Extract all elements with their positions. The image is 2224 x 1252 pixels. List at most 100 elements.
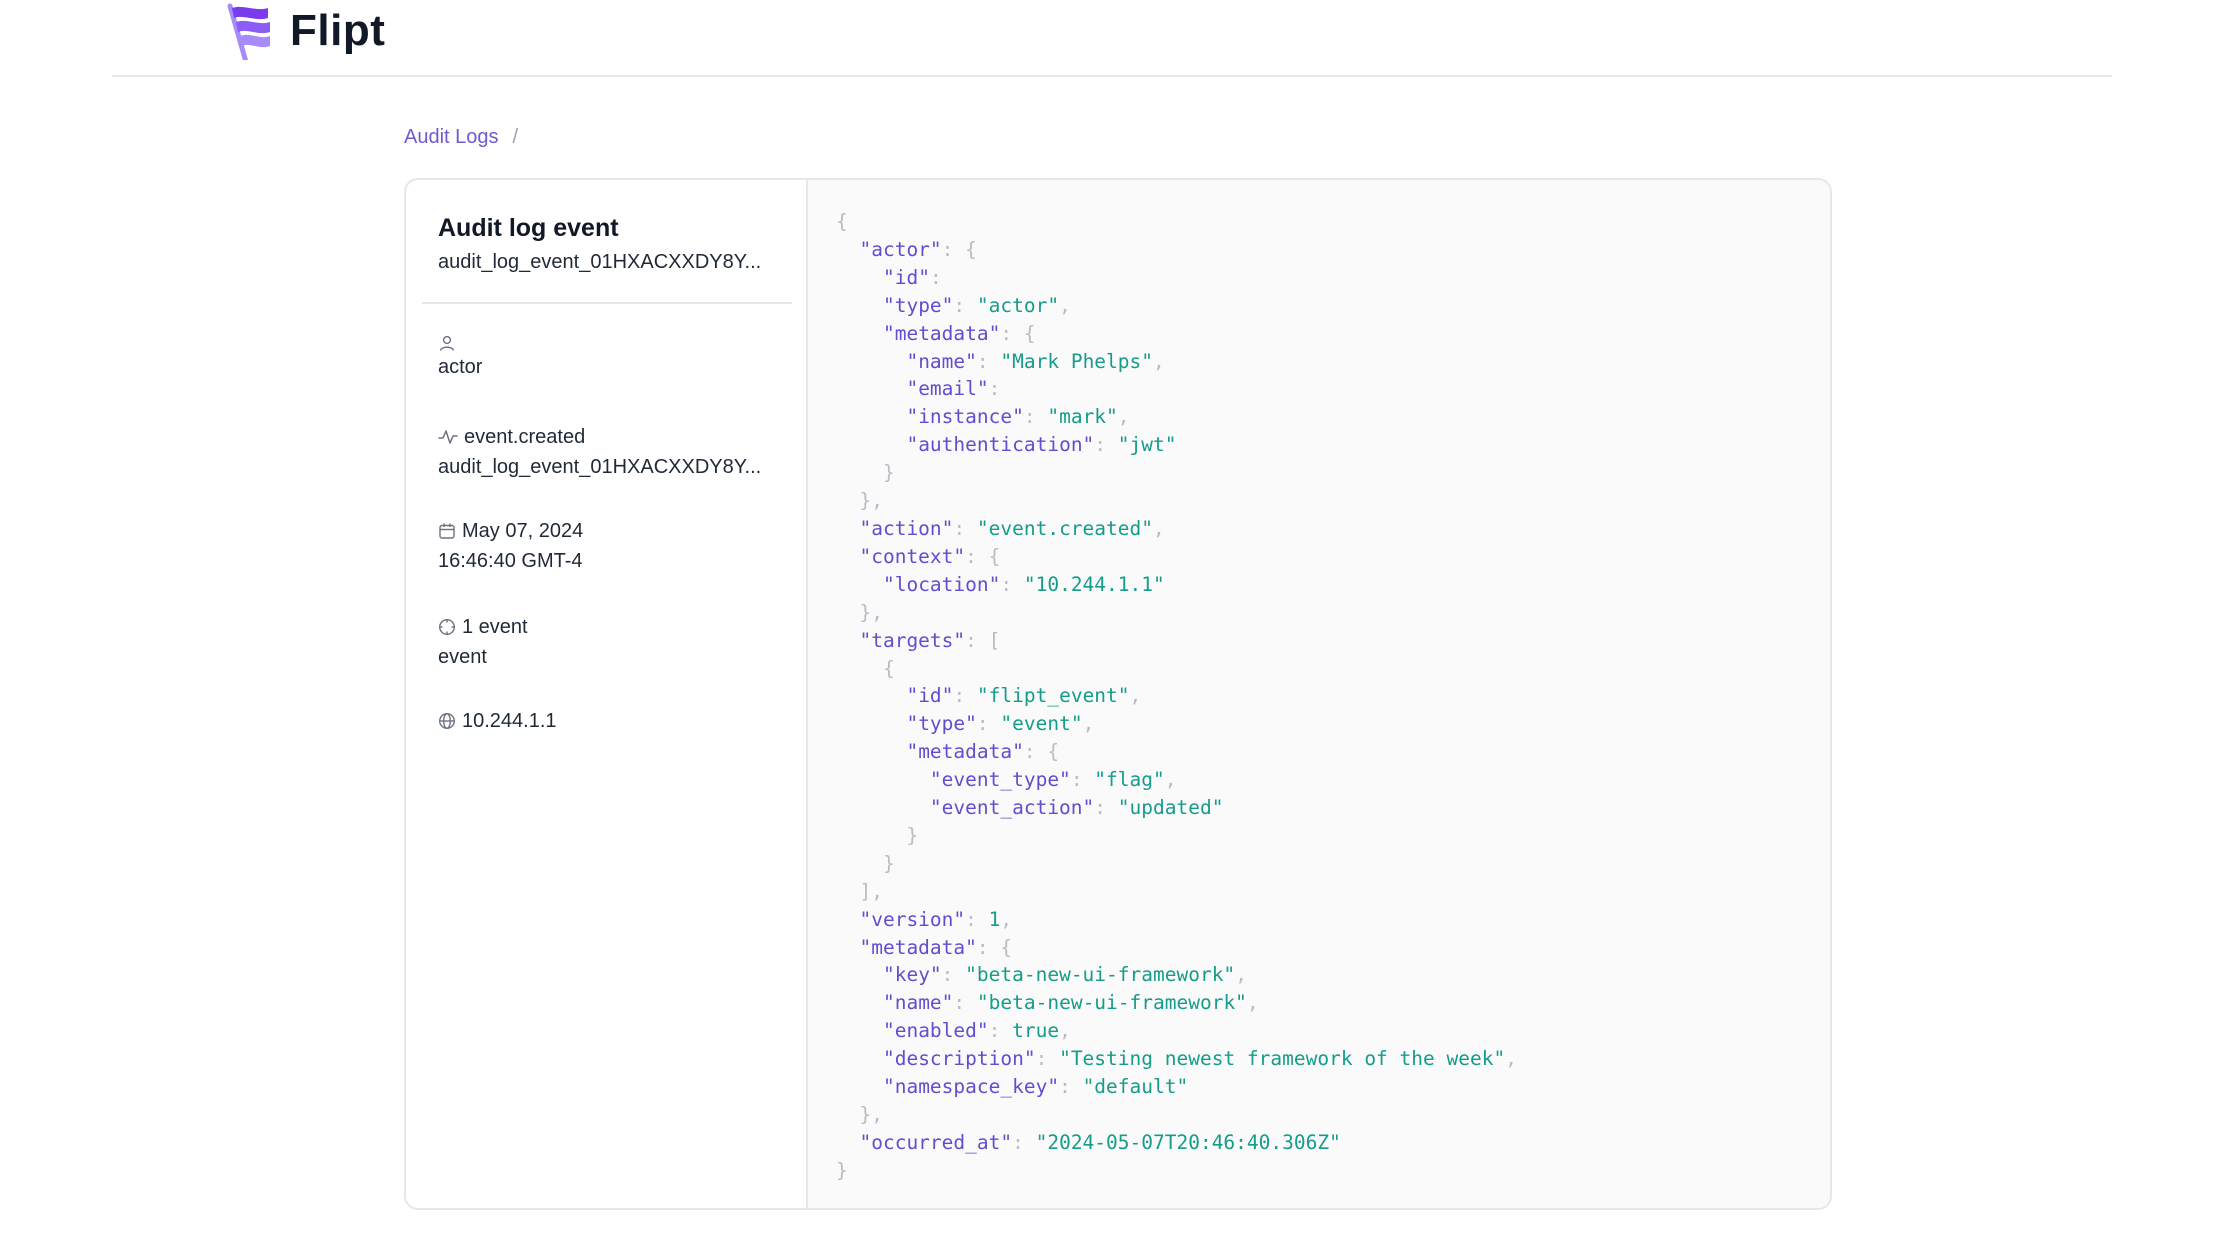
json-punctuation: , xyxy=(1164,768,1177,792)
json-line: "namespace_key": "default" xyxy=(836,1075,1188,1098)
json-punctuation: , xyxy=(1235,963,1247,987)
action-label: event.created xyxy=(464,426,586,448)
json-string-value: "actor" xyxy=(976,293,1060,317)
json-line: "version": 1, xyxy=(836,908,1012,931)
json-key: "location" xyxy=(882,572,1001,596)
audit-log-event-card: Audit log event audit_log_event_01HXACXX… xyxy=(404,178,1832,1210)
json-punctuation: : xyxy=(929,265,942,289)
json-line: "targets": [ xyxy=(836,629,1000,652)
json-punctuation: : [ xyxy=(965,628,1001,652)
json-punctuation: : { xyxy=(1000,321,1036,345)
json-line: "authentication": "jwt" xyxy=(836,433,1176,456)
json-string-value: "mark" xyxy=(1047,405,1118,429)
breadcrumb-audit-logs-link[interactable]: Audit Logs xyxy=(404,126,499,149)
calendar-icon xyxy=(439,523,455,539)
json-punctuation: : { xyxy=(965,544,1001,568)
json-line: "location": "10.244.1.1" xyxy=(836,573,1165,596)
json-key: "id" xyxy=(882,265,930,289)
json-key: "name" xyxy=(906,349,977,373)
json-key: "version" xyxy=(859,907,966,931)
json-line: "type": "event", xyxy=(836,712,1094,735)
event-json-code[interactable]: { "actor": { "id": "type": "actor", "met… xyxy=(836,208,1517,1185)
json-punctuation: , xyxy=(1153,349,1165,373)
json-punctuation: } xyxy=(836,1158,848,1182)
json-punctuation: , xyxy=(1153,516,1165,540)
json-line: "description": "Testing newest framework… xyxy=(836,1047,1517,1070)
json-line: "action": "event.created", xyxy=(836,516,1165,540)
json-string-value: "beta-new-ui-framework" xyxy=(965,963,1236,987)
json-key: "namespace_key" xyxy=(882,1075,1060,1099)
date-label: May 07, 2024 xyxy=(462,520,584,542)
json-literal-value: 1 xyxy=(988,907,1001,931)
json-key: "metadata" xyxy=(882,321,1001,345)
json-punctuation: : { xyxy=(1023,740,1060,764)
json-punctuation: : xyxy=(1094,433,1118,457)
actor-section: actor xyxy=(438,334,482,382)
json-key: "actor" xyxy=(859,237,942,261)
action-event-id: audit_log_event_01HXACXXDY8Y... xyxy=(438,456,762,478)
json-key: "occurred_at" xyxy=(859,1130,1013,1154)
json-punctuation: : xyxy=(941,963,966,987)
json-key: "email" xyxy=(906,377,989,401)
panel-divider xyxy=(422,302,792,304)
json-punctuation: , xyxy=(1059,1019,1071,1043)
json-key: "event_action" xyxy=(929,796,1095,820)
json-line: "name": "Mark Phelps", xyxy=(836,349,1165,373)
json-string-value: "beta-new-ui-framework" xyxy=(976,991,1247,1015)
location-section: 10.244.1.1 xyxy=(438,706,557,736)
json-punctuation: ], xyxy=(859,879,883,903)
json-line: "id": xyxy=(836,266,942,289)
json-key: "action" xyxy=(859,516,954,540)
json-punctuation: : xyxy=(953,516,977,540)
json-string-value: "jwt" xyxy=(1117,433,1177,457)
targets-section: 1 event event xyxy=(438,612,528,672)
flipt-logo[interactable]: Flipt xyxy=(224,2,385,60)
json-punctuation: }, xyxy=(859,1103,883,1126)
json-punctuation: : xyxy=(953,293,977,317)
json-line: } xyxy=(836,824,918,847)
json-string-value: "flag" xyxy=(1094,768,1165,792)
json-punctuation: { xyxy=(836,210,848,233)
json-punctuation: , xyxy=(1117,405,1130,429)
json-line: "event_type": "flag", xyxy=(836,768,1177,791)
event-json-panel: { "actor": { "id": "type": "actor", "met… xyxy=(808,180,1830,1208)
json-punctuation: , xyxy=(1000,907,1013,931)
user-icon xyxy=(439,335,455,351)
json-punctuation: : xyxy=(988,377,1001,401)
json-key: "event_type" xyxy=(929,768,1071,792)
header-divider xyxy=(112,75,2112,77)
json-string-value: "Testing newest framework of the week" xyxy=(1059,1047,1506,1071)
json-line: "key": "beta-new-ui-framework", xyxy=(836,963,1247,986)
json-punctuation: }, xyxy=(859,600,883,624)
json-punctuation: } xyxy=(906,823,919,847)
json-line: } xyxy=(836,461,895,484)
json-line: ], xyxy=(836,879,883,903)
json-punctuation: } xyxy=(882,851,895,875)
breadcrumb: Audit Logs / xyxy=(404,126,632,149)
json-punctuation: : xyxy=(988,1019,1013,1043)
json-string-value: "event" xyxy=(1000,712,1083,736)
json-punctuation: } xyxy=(882,461,895,485)
json-key: "enabled" xyxy=(882,1019,989,1043)
json-line: "instance": "mark", xyxy=(836,405,1130,429)
